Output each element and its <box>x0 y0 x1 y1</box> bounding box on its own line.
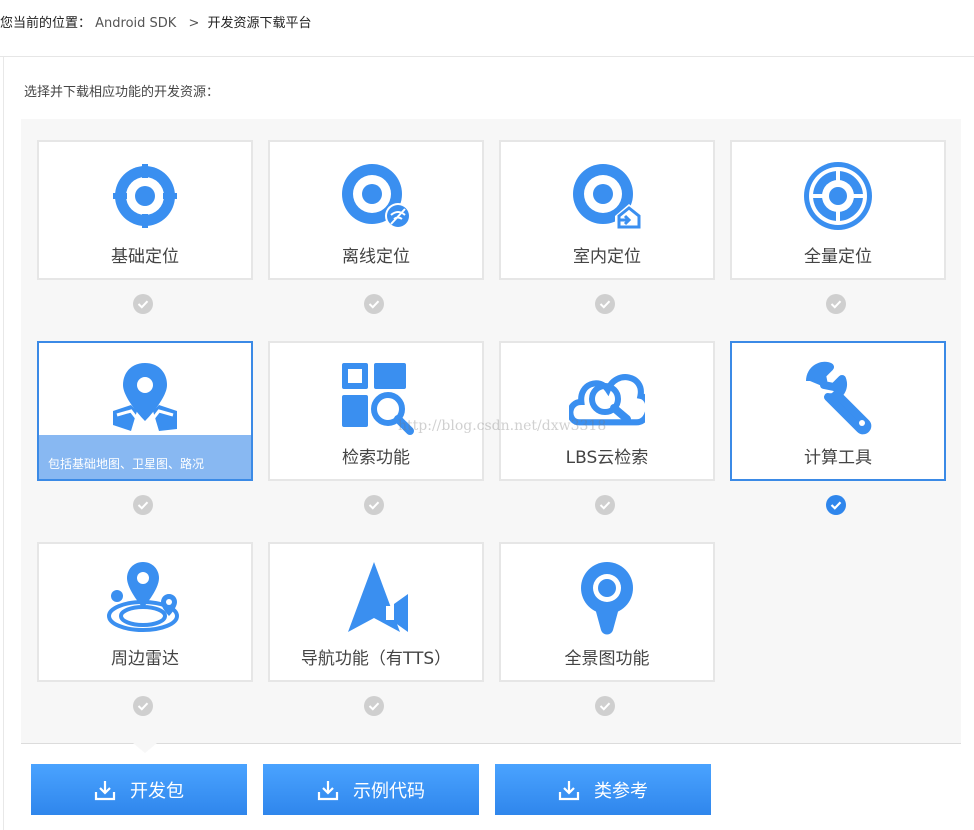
download-button-label: 开发包 <box>130 780 184 801</box>
download-class-reference-button[interactable]: 类参考 <box>495 764 711 815</box>
download-sample-code-button[interactable]: 示例代码 <box>263 764 479 815</box>
feature-card[interactable]: 基础定位 <box>37 140 253 280</box>
checkmark-unchecked-icon[interactable] <box>595 495 615 515</box>
download-icon <box>94 780 116 800</box>
feature-card[interactable]: 室内定位 <box>499 140 715 280</box>
feature-label: 室内定位 <box>573 247 641 267</box>
selection-pointer <box>133 743 157 753</box>
feature-label: 离线定位 <box>342 247 410 267</box>
full-location-icon <box>804 162 872 230</box>
feature-label: LBS云检索 <box>565 448 649 468</box>
feature-label: 检索功能 <box>342 448 410 468</box>
map-pin-icon <box>113 363 177 432</box>
feature-label: 导航功能（有TTS） <box>300 649 452 669</box>
download-button-label: 示例代码 <box>353 780 425 801</box>
breadcrumb-sdk-link[interactable]: Android SDK <box>95 16 176 31</box>
radar-pin-icon <box>107 562 179 632</box>
feature-card[interactable]: 全景图功能 <box>499 542 715 682</box>
search-grid-icon <box>342 363 414 435</box>
feature-label: 基础定位 <box>111 247 179 267</box>
feature-card[interactable]: 计算工具 <box>730 341 946 481</box>
feature-label: 全景图功能 <box>564 649 650 669</box>
checkmark-unchecked-icon[interactable] <box>595 696 615 716</box>
checkmark-unchecked-icon[interactable] <box>364 495 384 515</box>
wrench-icon <box>806 361 872 435</box>
feature-label: 全量定位 <box>804 247 872 267</box>
feature-description-overlay: 包括基础地图、卫星图、路况 <box>39 435 251 479</box>
checkmark-unchecked-icon[interactable] <box>133 294 153 314</box>
intro-text: 选择并下载相应功能的开发资源： <box>24 85 220 100</box>
indoor-location-icon <box>573 164 643 230</box>
feature-label: 周边雷达 <box>111 649 179 669</box>
feature-card[interactable]: 全量定位 <box>730 140 946 280</box>
feature-card[interactable]: 周边雷达 <box>37 542 253 682</box>
navigation-arrow-icon <box>348 562 408 632</box>
checkmark-checked-icon[interactable] <box>826 495 846 515</box>
breadcrumb-prefix: 您当前的位置： <box>0 16 92 31</box>
download-icon <box>558 780 580 800</box>
feature-card[interactable]: 离线定位 <box>268 140 484 280</box>
checkmark-unchecked-icon[interactable] <box>133 696 153 716</box>
checkmark-unchecked-icon[interactable] <box>364 696 384 716</box>
location-target-icon <box>113 164 177 228</box>
feature-grid-bottom-border <box>21 743 961 744</box>
feature-card[interactable]: 导航功能（有TTS） <box>268 542 484 682</box>
checkmark-unchecked-icon[interactable] <box>595 294 615 314</box>
breadcrumb: 您当前的位置： Android SDK > 开发资源下载平台 <box>0 12 312 31</box>
feature-card[interactable]: 检索功能 <box>268 341 484 481</box>
download-icon <box>317 780 339 800</box>
breadcrumb-separator: > <box>188 16 200 31</box>
panorama-pin-icon <box>581 562 633 635</box>
download-dev-package-button[interactable]: 开发包 <box>31 764 247 815</box>
cloud-search-icon <box>569 374 645 426</box>
feature-card[interactable]: 包括基础地图、卫星图、路况 <box>37 341 253 481</box>
feature-label: 计算工具 <box>804 448 872 468</box>
checkmark-unchecked-icon[interactable] <box>133 495 153 515</box>
download-button-label: 类参考 <box>594 780 648 801</box>
feature-card[interactable]: LBS云检索 <box>499 341 715 481</box>
checkmark-unchecked-icon[interactable] <box>364 294 384 314</box>
breadcrumb-current: 开发资源下载平台 <box>207 16 312 31</box>
offline-location-icon <box>342 164 411 229</box>
checkmark-unchecked-icon[interactable] <box>826 294 846 314</box>
